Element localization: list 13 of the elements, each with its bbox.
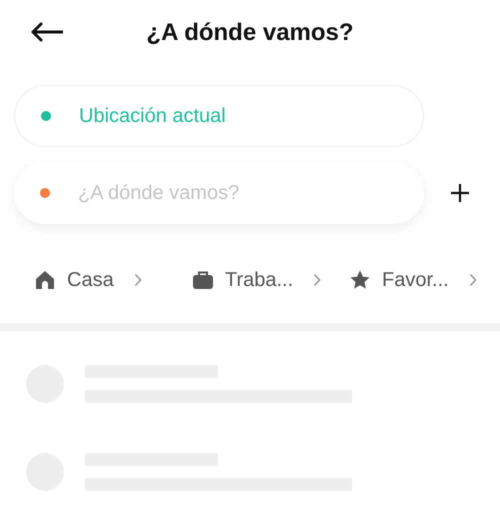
back-arrow-icon[interactable]	[30, 22, 63, 42]
home-icon	[34, 269, 56, 291]
chevron-icon	[134, 273, 142, 287]
page-title: ¿A dónde vamos?	[146, 18, 354, 48]
star-icon	[349, 269, 371, 291]
shortcut-button[interactable]: Favor...	[349, 265, 449, 295]
destination-input[interactable]: ¿A dónde vamos?	[78, 178, 378, 208]
add-icon[interactable]	[450, 183, 470, 203]
briefcase-icon	[192, 269, 214, 291]
chevron-icon	[468, 273, 477, 287]
chevron-icon	[313, 273, 322, 287]
shortcut-button[interactable]: Traba...	[192, 265, 294, 295]
shortcut-button[interactable]: Casa	[34, 265, 114, 295]
